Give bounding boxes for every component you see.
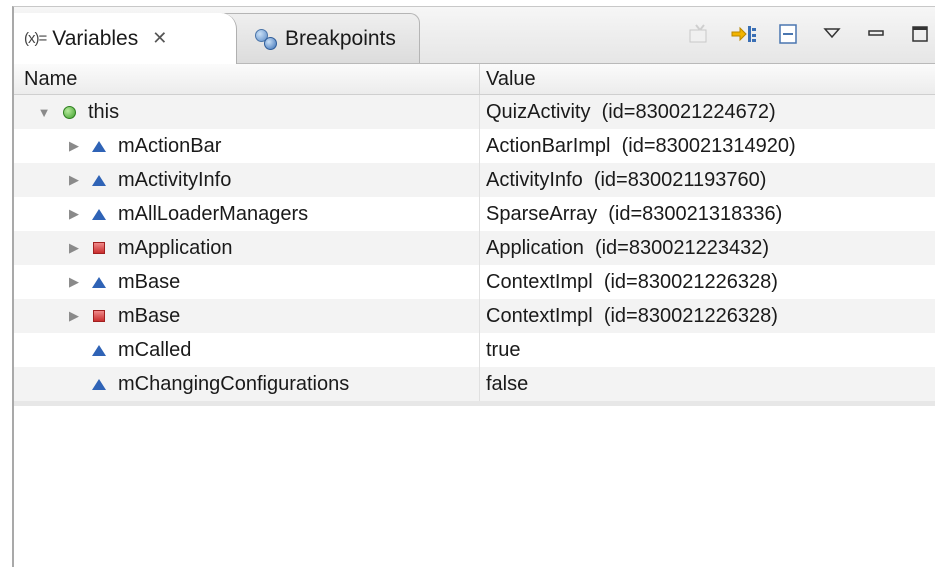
public-field-icon [62, 105, 76, 119]
type-names-icon [731, 26, 756, 42]
view-menu-button[interactable] [817, 19, 847, 49]
variables-table: Name Value ▼ this QuizActivity (id=8300212… [14, 64, 935, 406]
variable-value: true [486, 338, 521, 361]
variable-value: ActivityInfo (id=830021193760) [486, 168, 767, 191]
logical-structure-icon [689, 24, 707, 43]
collapse-arrow-icon[interactable]: ▶ [66, 308, 82, 324]
maximize-button[interactable] [905, 19, 935, 49]
variable-name-cell: ▶ mBase [14, 299, 480, 333]
table-row[interactable]: ▶ mBase ContextImpl (id=830021226328) [14, 299, 935, 333]
private-field-icon [92, 309, 106, 323]
no-children-spacer [66, 342, 82, 358]
tab-variables-label: Variables [52, 26, 139, 50]
collapse-arrow-icon[interactable]: ▶ [66, 172, 82, 188]
maximize-icon [912, 26, 928, 42]
variable-value: ContextImpl (id=830021226328) [486, 270, 778, 293]
variable-name-cell: ▶ mBase [14, 265, 480, 299]
variable-name: mBase [118, 270, 181, 293]
collapse-all-icon [779, 24, 797, 44]
variable-name: mChangingConfigurations [118, 372, 350, 395]
minimize-button[interactable] [861, 19, 891, 49]
close-tab-icon[interactable]: ✕ [152, 28, 167, 49]
view-tab-bar: Breakpoints (x)= Variables ✕ [14, 7, 935, 64]
view-toolbar [685, 17, 935, 51]
collapse-arrow-icon[interactable]: ▶ [66, 206, 82, 222]
variables-icon: (x)= [24, 30, 47, 47]
view-menu-icon [823, 28, 841, 39]
column-header-name[interactable]: Name [14, 64, 480, 94]
protected-field-icon [92, 275, 106, 289]
variable-value: ContextImpl (id=830021226328) [486, 304, 778, 327]
protected-field-icon [92, 173, 106, 187]
variable-value: false [486, 372, 529, 395]
variable-name: mActionBar [118, 134, 222, 157]
no-children-spacer [66, 376, 82, 392]
tab-breakpoints-label: Breakpoints [285, 26, 396, 50]
variable-value: Application (id=830021223432) [486, 236, 769, 259]
table-end-divider [14, 401, 935, 406]
variable-name: mBase [118, 304, 181, 327]
table-row[interactable]: ▶ mActivityInfo ActivityInfo (id=830021193… [14, 163, 935, 197]
table-body: ▼ this QuizActivity (id=830021224672) ▶ mAct… [14, 95, 935, 401]
variable-name-cell: ▶ mApplication [14, 231, 480, 265]
variable-name: this [88, 100, 120, 123]
collapse-all-button[interactable] [773, 19, 803, 49]
table-row[interactable]: ▶ mActionBar ActionBarImpl (id=83002131492… [14, 129, 935, 163]
collapse-arrow-icon[interactable]: ▶ [66, 240, 82, 256]
variable-value: SparseArray (id=830021318336) [486, 202, 783, 225]
variable-name-cell: ▶ mActionBar [14, 129, 480, 163]
private-field-icon [92, 241, 106, 255]
table-header: Name Value [14, 64, 935, 95]
protected-field-icon [92, 377, 106, 391]
table-row[interactable]: ▼ this QuizActivity (id=830021224672) [14, 95, 935, 129]
expand-arrow-icon[interactable]: ▼ [36, 104, 52, 120]
table-row[interactable]: mCalled true [14, 333, 935, 367]
minimize-icon [868, 30, 884, 36]
variable-value: QuizActivity (id=830021224672) [486, 100, 776, 123]
protected-field-icon [92, 139, 106, 153]
variable-name-cell: ▶ mAllLoaderManagers [14, 197, 480, 231]
variable-name-cell: ▶ mActivityInfo [14, 163, 480, 197]
table-row[interactable]: ▶ mApplication Application (id=83002122343… [14, 231, 935, 265]
collapse-arrow-icon[interactable]: ▶ [66, 274, 82, 290]
variable-name-cell: mCalled [14, 333, 480, 367]
collapse-arrow-icon[interactable]: ▶ [66, 138, 82, 154]
variable-name: mCalled [118, 338, 192, 361]
show-type-names-button[interactable] [729, 19, 759, 49]
variable-name: mAllLoaderManagers [118, 202, 309, 225]
variable-name-cell: ▼ this [14, 95, 480, 129]
variable-value: ActionBarImpl (id=830021314920) [486, 134, 796, 157]
show-logical-structure-button[interactable] [685, 19, 715, 49]
variables-view: Breakpoints (x)= Variables ✕ Name Value … [12, 6, 935, 567]
table-row[interactable]: ▶ mAllLoaderManagers SparseArray (id=83002… [14, 197, 935, 231]
table-row[interactable]: ▶ mBase ContextImpl (id=830021226328) [14, 265, 935, 299]
column-header-value[interactable]: Value [480, 64, 935, 94]
table-row[interactable]: mChangingConfigurations false [14, 367, 935, 401]
variable-name: mApplication [118, 236, 233, 259]
protected-field-icon [92, 343, 106, 357]
variable-name-cell: mChangingConfigurations [14, 367, 480, 401]
variable-name: mActivityInfo [118, 168, 232, 191]
protected-field-icon [92, 207, 106, 221]
tab-variables[interactable]: (x)= Variables ✕ [14, 13, 237, 64]
tab-breakpoints[interactable]: Breakpoints [224, 13, 420, 63]
breakpoints-icon [253, 28, 279, 50]
